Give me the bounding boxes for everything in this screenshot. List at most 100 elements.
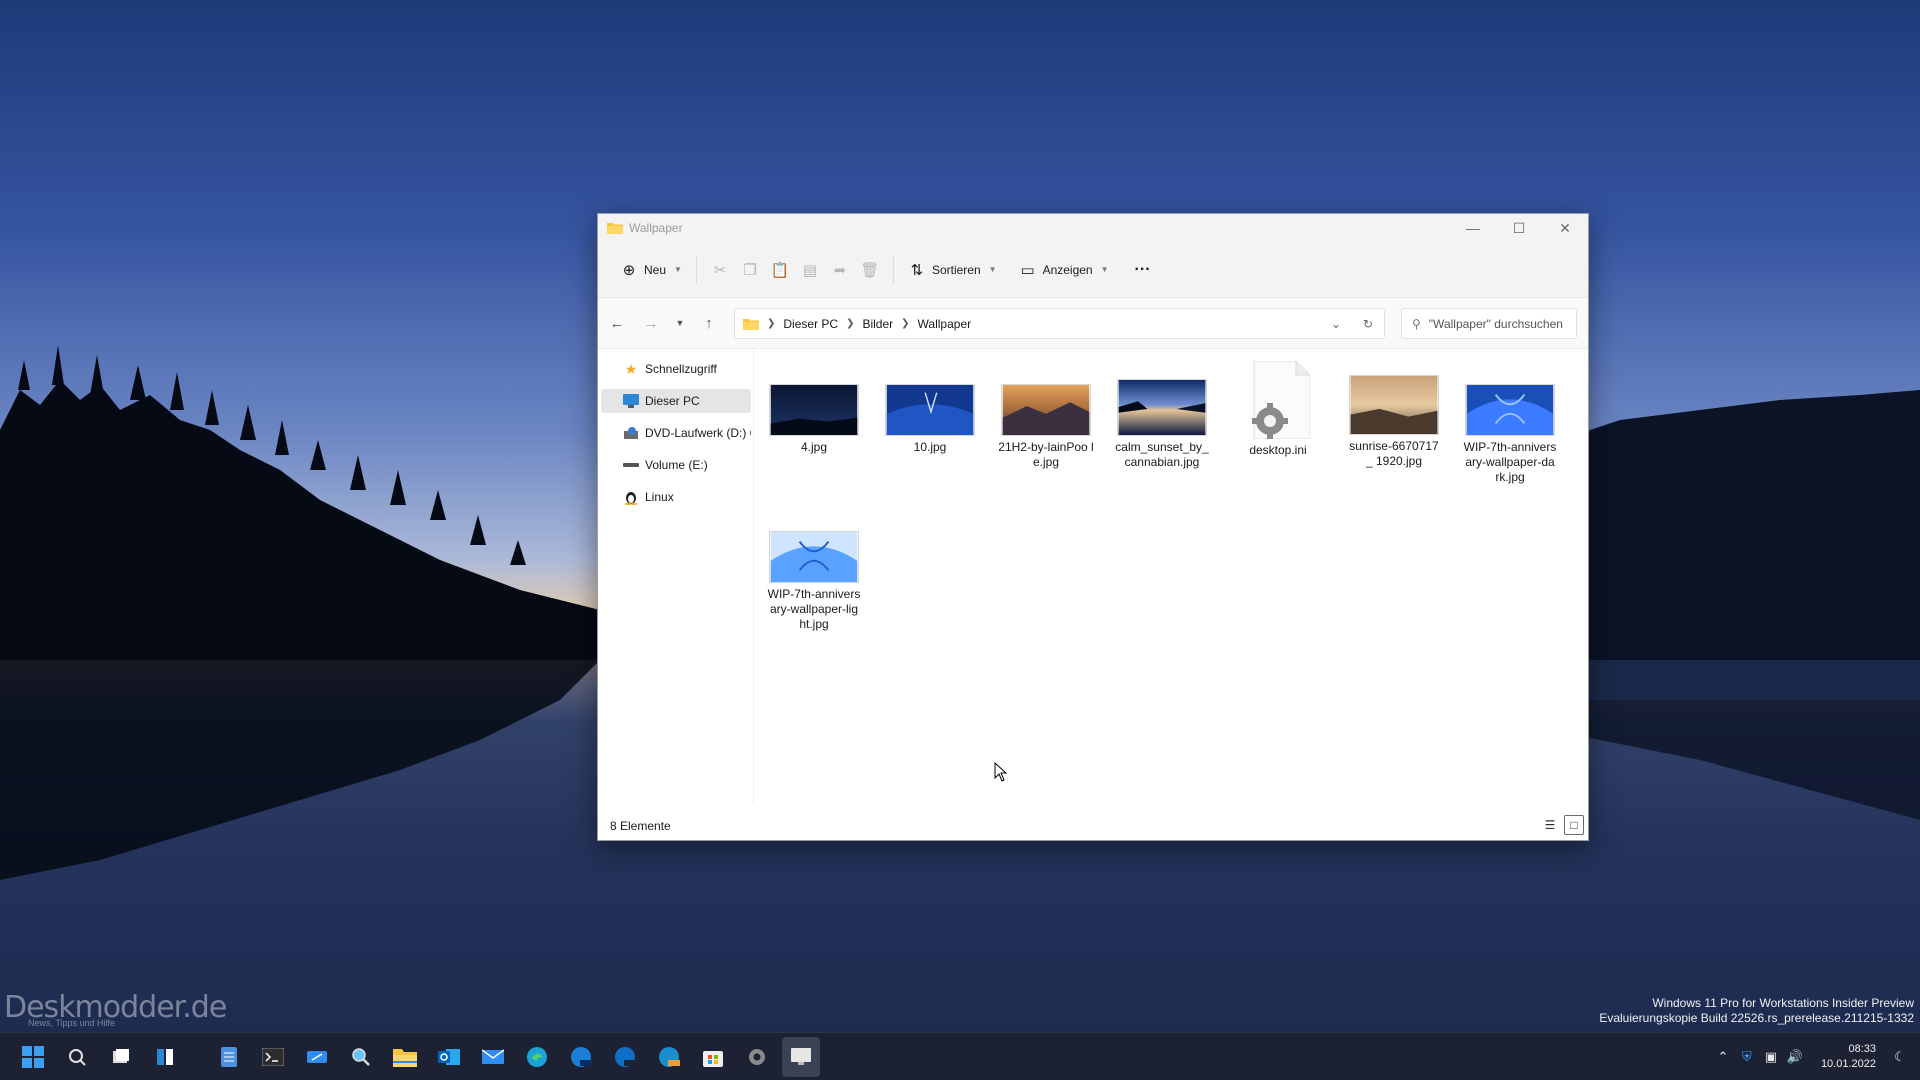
file-item[interactable]: 21H2-by-lainPoo le.jpg <box>998 384 1094 470</box>
breadcrumb-bilder[interactable]: Bilder <box>862 317 893 331</box>
paste-button[interactable]: 📋 <box>765 254 795 286</box>
copy-button[interactable]: ❐ <box>735 254 765 286</box>
new-button[interactable]: ⊕ Neu ▼ <box>614 254 688 286</box>
terminal-app[interactable] <box>254 1037 292 1077</box>
edge-beta-icon <box>571 1047 592 1067</box>
copy-icon: ❐ <box>743 261 757 279</box>
file-explorer-window[interactable]: Wallpaper — ☐ ✕ ⊕ Neu ▼ ✂ ❐ 📋 ▤ ➦ 🗑 ⇅ So… <box>597 213 1589 841</box>
sidebar-item-linux[interactable]: Linux <box>601 485 751 509</box>
more-icon: ··· <box>1134 260 1151 278</box>
drive-icon <box>623 457 639 473</box>
mail-app[interactable] <box>474 1037 512 1077</box>
back-button[interactable]: ← <box>600 307 634 339</box>
breadcrumb-dieser-pc[interactable]: Dieser PC <box>783 317 838 331</box>
file-name: sunrise-6670717_ 1920.jpg <box>1349 439 1439 468</box>
sidebar-item-this-pc[interactable]: Dieser PC <box>601 389 751 413</box>
store-app[interactable] <box>694 1037 732 1077</box>
file-explorer-app[interactable] <box>386 1037 424 1077</box>
taskbar-apps <box>14 1033 826 1080</box>
task-view-button[interactable] <box>102 1037 140 1077</box>
edge-icon <box>527 1047 547 1067</box>
sidebar-item-volume-e[interactable]: Volume (E:) <box>601 453 751 477</box>
rename-icon: ▤ <box>802 261 818 279</box>
sidebar-item-dvd-drive[interactable]: DVD-Laufwerk (D:) C <box>601 421 751 445</box>
notepad-icon <box>221 1047 237 1067</box>
linux-icon <box>623 489 639 505</box>
show-hidden-icons-chevron-icon[interactable]: ⌃ <box>1711 1049 1735 1065</box>
sidebar-item-quick-access[interactable]: ★ Schnellzugriff <box>601 357 751 381</box>
mail-icon <box>482 1049 504 1064</box>
file-item[interactable]: calm_sunset_by_ cannabian.jpg <box>1114 379 1210 470</box>
address-dropdown-button[interactable]: ⌄ <box>1320 309 1352 338</box>
notepad-app[interactable] <box>210 1037 248 1077</box>
settings-app[interactable] <box>738 1037 776 1077</box>
file-item[interactable]: 10.jpg <box>882 384 978 455</box>
file-name: 4.jpg <box>800 440 828 454</box>
snipping-tool-app[interactable] <box>298 1037 336 1077</box>
folder-icon <box>607 223 623 234</box>
sort-arrows-icon: ⇅ <box>910 261 924 279</box>
address-bar[interactable]: ❯ Dieser PC ❯ Bilder ❯ Wallpaper ⌄ ↻ <box>734 308 1385 339</box>
delete-button[interactable]: 🗑 <box>855 254 885 286</box>
navigation-pane[interactable]: ★ Schnellzugriff Dieser PC DVD-Laufwerk … <box>598 349 754 805</box>
chevron-down-icon: ▼ <box>1100 265 1109 274</box>
image-thumbnail <box>1117 379 1207 436</box>
start-button[interactable] <box>14 1037 52 1077</box>
widgets-button[interactable] <box>146 1037 184 1077</box>
large-icons-view-button[interactable]: □ <box>1564 815 1584 835</box>
chevron-right-icon: ❯ <box>846 318 855 329</box>
clock-time: 08:33 <box>1848 1043 1876 1055</box>
file-name: calm_sunset_by_ cannabian.jpg <box>1115 440 1209 469</box>
file-list[interactable]: 4.jpg 10.jpg 21H2-by-lainPoo le.jpg calm… <box>754 349 1588 811</box>
network-icon[interactable]: ▣ <box>1759 1049 1783 1065</box>
close-button[interactable]: ✕ <box>1542 214 1588 242</box>
forward-button[interactable]: → <box>634 307 668 339</box>
task-view-icon <box>113 1049 129 1063</box>
outlook-app[interactable] <box>430 1037 468 1077</box>
search-box[interactable]: ⚲ <box>1401 308 1577 339</box>
view-button[interactable]: ▭ Anzeigen ▼ <box>1013 254 1115 286</box>
sort-button[interactable]: ⇅ Sortieren ▼ <box>902 254 1003 286</box>
sidebar-item-label: Schnellzugriff <box>645 362 717 376</box>
edge-beta-app[interactable] <box>562 1037 600 1077</box>
edge-app[interactable] <box>518 1037 556 1077</box>
defender-icon[interactable]: ⛨ <box>1735 1049 1759 1065</box>
sidebar-item-label: Volume (E:) <box>645 458 708 472</box>
details-view-button[interactable]: ☰ <box>1540 815 1560 835</box>
up-button[interactable]: ↑ <box>692 307 726 339</box>
more-button[interactable]: ··· <box>1129 254 1157 286</box>
minimize-button[interactable]: — <box>1450 214 1496 242</box>
cut-button[interactable]: ✂ <box>705 254 735 286</box>
file-item[interactable]: desktop.ini <box>1230 361 1326 458</box>
rename-button[interactable]: ▤ <box>795 254 825 286</box>
magnifier-app[interactable] <box>342 1037 380 1077</box>
edge-canary-icon <box>659 1047 680 1067</box>
maximize-button[interactable]: ☐ <box>1496 214 1542 242</box>
search-input[interactable] <box>1428 316 1569 331</box>
active-window-app[interactable] <box>782 1037 820 1077</box>
content-area: ★ Schnellzugriff Dieser PC DVD-Laufwerk … <box>598 349 1588 811</box>
watermark-subtitle: News, Tipps und Hilfe <box>28 1018 116 1028</box>
recent-locations-button[interactable]: ▼ <box>668 307 692 339</box>
focus-assist-moon-icon[interactable]: ☾ <box>1888 1049 1912 1065</box>
file-item[interactable]: sunrise-6670717_ 1920.jpg <box>1346 375 1442 469</box>
magnifier-icon <box>352 1048 370 1066</box>
title-bar[interactable]: Wallpaper — ☐ ✕ <box>598 214 1588 242</box>
eval-line-1: Windows 11 Pro for Workstations Insider … <box>1652 996 1914 1010</box>
chevron-right-icon: ❯ <box>767 318 776 329</box>
chevron-down-icon: ▼ <box>988 265 997 274</box>
edge-canary-app[interactable] <box>650 1037 688 1077</box>
share-button[interactable]: ➦ <box>825 254 855 286</box>
clock[interactable]: 08:33 10.01.2022 <box>1821 1042 1876 1072</box>
snipping-tool-icon <box>307 1051 327 1063</box>
breadcrumb-wallpaper[interactable]: Wallpaper <box>918 317 972 331</box>
file-item[interactable]: 4.jpg <box>766 384 862 455</box>
volume-icon[interactable]: 🔊 <box>1783 1049 1807 1065</box>
edge-dev-app[interactable] <box>606 1037 644 1077</box>
search-taskbar-button[interactable] <box>58 1037 96 1077</box>
file-item[interactable]: WIP-7th-annivers ary-wallpaper-da rk.jpg <box>1462 384 1558 485</box>
file-item[interactable]: WIP-7th-annivers ary-wallpaper-lig ht.jp… <box>766 531 862 632</box>
refresh-button[interactable]: ↻ <box>1352 309 1384 338</box>
image-thumbnail <box>1465 384 1555 436</box>
item-count: 8 Elemente <box>610 819 671 833</box>
